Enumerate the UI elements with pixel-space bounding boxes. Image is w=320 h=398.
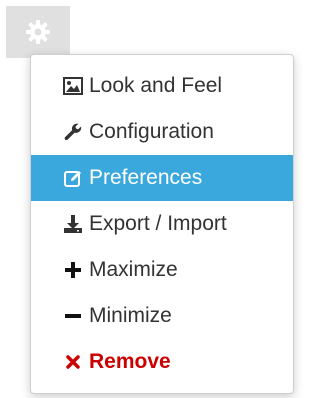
menu-item-remove[interactable]: Remove <box>31 339 293 385</box>
settings-dropdown-menu: Look and Feel Configuration Preferences <box>30 54 294 394</box>
plus-icon <box>61 258 85 282</box>
menu-item-label: Maximize <box>89 258 178 281</box>
menu-item-label: Export / Import <box>89 212 227 235</box>
download-icon <box>61 212 85 236</box>
image-icon <box>61 74 85 98</box>
menu-item-label: Preferences <box>89 166 203 189</box>
menu-item-label: Minimize <box>89 304 172 327</box>
menu-item-minimize[interactable]: Minimize <box>31 293 293 339</box>
settings-gear-button[interactable] <box>6 6 70 58</box>
menu-item-maximize[interactable]: Maximize <box>31 247 293 293</box>
menu-item-look-and-feel[interactable]: Look and Feel <box>31 63 293 109</box>
menu-item-label: Configuration <box>89 120 214 143</box>
close-icon <box>61 350 85 374</box>
minus-icon <box>61 304 85 328</box>
edit-icon <box>61 166 85 190</box>
gear-icon <box>25 19 51 45</box>
menu-item-export-import[interactable]: Export / Import <box>31 201 293 247</box>
menu-item-label: Look and Feel <box>89 74 223 97</box>
menu-item-preferences[interactable]: Preferences <box>31 155 293 201</box>
menu-item-configuration[interactable]: Configuration <box>31 109 293 155</box>
wrench-icon <box>61 120 85 144</box>
menu-item-label: Remove <box>89 350 171 373</box>
